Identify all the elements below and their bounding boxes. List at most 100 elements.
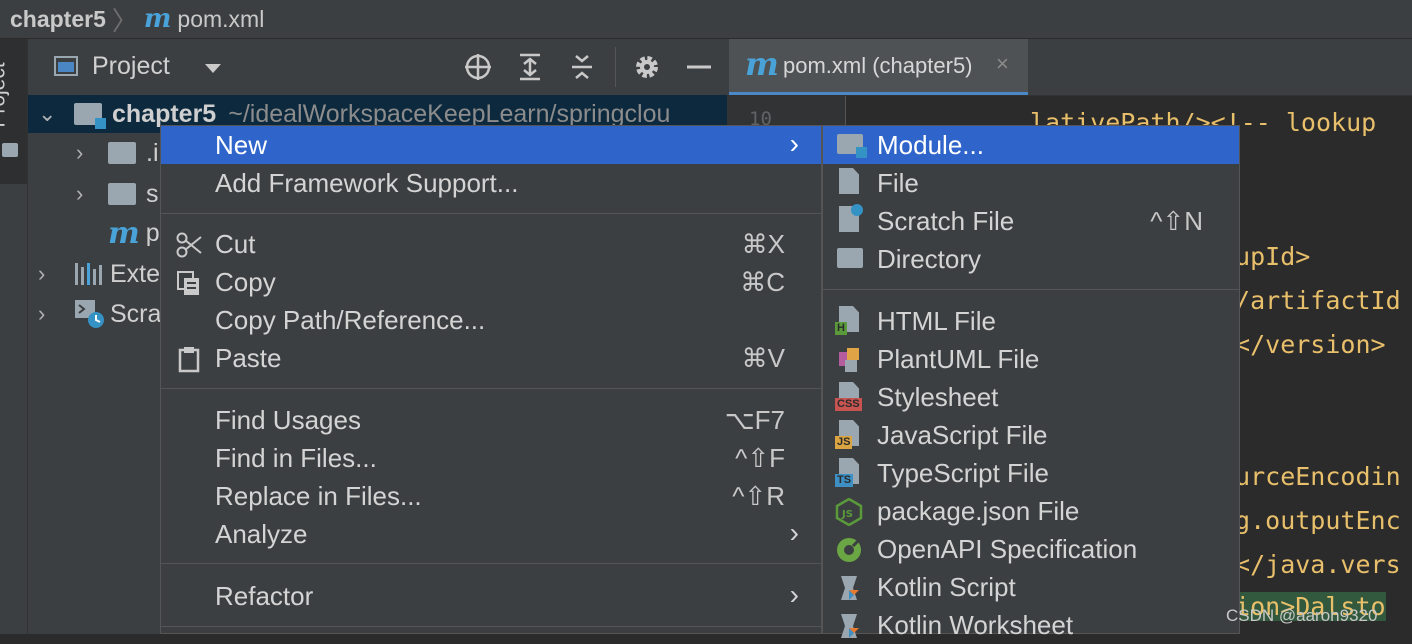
menu-separator [161, 388, 821, 389]
css-badge: CSS [835, 398, 862, 411]
project-panel-title[interactable]: Project [92, 52, 170, 81]
code-line: T</version> [1220, 330, 1386, 359]
tree-row[interactable]: › s [76, 175, 159, 213]
code-line: 8</java.vers [1220, 550, 1401, 579]
submenu-item-label: OpenAPI Specification [877, 534, 1138, 564]
collapse-all-icon[interactable] [566, 51, 598, 83]
submenu-item-kotlin-script[interactable]: Kotlin Script [823, 568, 1239, 606]
menu-item-label: Find Usages [215, 405, 361, 435]
project-tool-tab-label: Project [0, 62, 10, 128]
plantuml-icon [839, 348, 859, 372]
file-icon [839, 168, 859, 194]
tree-row-label: s [146, 179, 159, 208]
chevron-right-icon[interactable]: › [38, 261, 60, 287]
scratches-icon [75, 300, 104, 328]
code-line: ng.outputEnc [1220, 506, 1401, 535]
submenu-item-openapi[interactable]: OpenAPI Specification [823, 530, 1239, 568]
chevron-right-icon[interactable]: › [76, 181, 98, 207]
submenu-item-label: Module... [877, 130, 984, 160]
tree-row-label: Exte [110, 259, 161, 288]
libraries-icon [75, 263, 102, 285]
chevron-down-icon[interactable]: ⌄ [38, 101, 60, 127]
menu-item-label: Analyze [215, 519, 308, 549]
menu-item-label: Copy [215, 267, 276, 297]
html-badge: H [835, 322, 847, 335]
submenu-item-label: Kotlin Script [877, 572, 1016, 602]
menu-item-find-usages[interactable]: Find Usages ⌥F7 [161, 401, 821, 439]
menu-item-copy[interactable]: Copy ⌘C [161, 263, 821, 301]
folder-icon [2, 143, 18, 157]
submenu-item-label: PlantUML File [877, 344, 1040, 374]
menu-item-add-framework-support[interactable]: Add Framework Support... [161, 164, 821, 202]
submenu-item-javascript-file[interactable]: JS JavaScript File [823, 416, 1239, 454]
minimize-icon[interactable] [683, 51, 715, 83]
submenu-item-kotlin-worksheet[interactable]: Kotlin Worksheet [823, 606, 1239, 644]
menu-item-label: Paste [215, 343, 282, 373]
submenu-item-label: HTML File [877, 306, 996, 336]
editor-tab-bar: m pom.xml (chapter5) × [727, 39, 1412, 96]
submenu-item-label: package.json File [877, 496, 1080, 526]
clipboard-icon [178, 347, 200, 373]
menu-item-replace-in-files[interactable]: Replace in Files... ^⇧R [161, 477, 821, 515]
menu-item-find-in-files[interactable]: Find in Files... ^⇧F [161, 439, 821, 477]
tree-row[interactable]: › Scra [38, 295, 161, 333]
submenu-item-file[interactable]: File [823, 164, 1239, 202]
watermark: CSDN @aaron9320 [1226, 606, 1378, 625]
tree-row-label: Scra [110, 299, 162, 328]
chevron-right-icon[interactable]: › [76, 140, 98, 166]
menu-item-shortcut: ⌘C [740, 267, 785, 297]
maven-file-icon: m [108, 215, 140, 251]
kotlin-worksheet-icon [841, 614, 859, 638]
submenu-item-stylesheet[interactable]: CSS Stylesheet [823, 378, 1239, 416]
submenu-item-label: TypeScript File [877, 458, 1049, 488]
maven-file-icon: m [143, 4, 172, 34]
project-tool-tab[interactable]: Project [0, 39, 27, 184]
kotlin-script-icon [841, 576, 859, 600]
chevron-down-icon[interactable] [205, 64, 221, 73]
menu-item-shortcut: ⌥F7 [724, 405, 785, 435]
copy-icon [177, 271, 199, 295]
menu-item-shortcut: ^⇧R [732, 481, 785, 511]
submenu-item-plantuml-file[interactable]: PlantUML File [823, 340, 1239, 378]
submenu-item-shortcut: ^⇧N [1150, 206, 1203, 236]
submenu-item-scratch-file[interactable]: Scratch File ^⇧N [823, 202, 1239, 240]
chevron-right-icon: › [789, 128, 799, 159]
gear-icon[interactable] [631, 51, 663, 83]
module-folder-icon [837, 134, 867, 158]
submenu-item-module[interactable]: Module... [823, 126, 1239, 164]
menu-item-label: New [215, 130, 268, 160]
tool-window-strip: Project [0, 39, 28, 634]
tree-row-label: p [145, 218, 160, 247]
tree-row[interactable]: › Exte [38, 255, 160, 293]
menu-item-copy-path[interactable]: Copy Path/Reference... [161, 301, 821, 339]
js-badge: JS [835, 436, 853, 449]
submenu-item-directory[interactable]: Directory [823, 240, 1239, 278]
chevron-right-icon[interactable]: › [38, 301, 60, 327]
breadcrumb-project[interactable]: chapter5 [10, 6, 106, 33]
tree-row[interactable]: m p [108, 214, 160, 252]
submenu-item-typescript-file[interactable]: TS TypeScript File [823, 454, 1239, 492]
close-icon[interactable]: × [996, 51, 1009, 77]
editor-tab-pom[interactable]: m pom.xml (chapter5) × [729, 39, 1028, 95]
breadcrumb-file[interactable]: pom.xml [177, 6, 264, 33]
toolbar-divider [615, 47, 616, 87]
menu-item-refactor[interactable]: Refactor › [161, 577, 821, 615]
submenu-item-html-file[interactable]: H HTML File [823, 302, 1239, 340]
menu-item-new[interactable]: New › [161, 126, 821, 164]
folder-icon [108, 142, 136, 164]
locate-icon[interactable] [462, 51, 494, 83]
submenu-item-package-json[interactable]: JS package.json File [823, 492, 1239, 530]
menu-item-cut[interactable]: Cut ⌘X [161, 225, 821, 263]
tree-row[interactable]: › .i [76, 134, 159, 172]
breadcrumb-separator: 〉 [111, 5, 138, 36]
menu-item-label: Refactor [215, 581, 314, 611]
menu-item-paste[interactable]: Paste ⌘V [161, 339, 821, 377]
menu-item-analyze[interactable]: Analyze › [161, 515, 821, 553]
nodejs-icon: JS [835, 498, 863, 526]
chevron-right-icon: › [789, 517, 799, 548]
submenu-item-label: JavaScript File [877, 420, 1048, 450]
folder-icon [108, 183, 136, 205]
expand-all-icon[interactable] [514, 51, 546, 83]
project-view-icon [54, 56, 78, 76]
svg-text:JS: JS [841, 509, 853, 520]
